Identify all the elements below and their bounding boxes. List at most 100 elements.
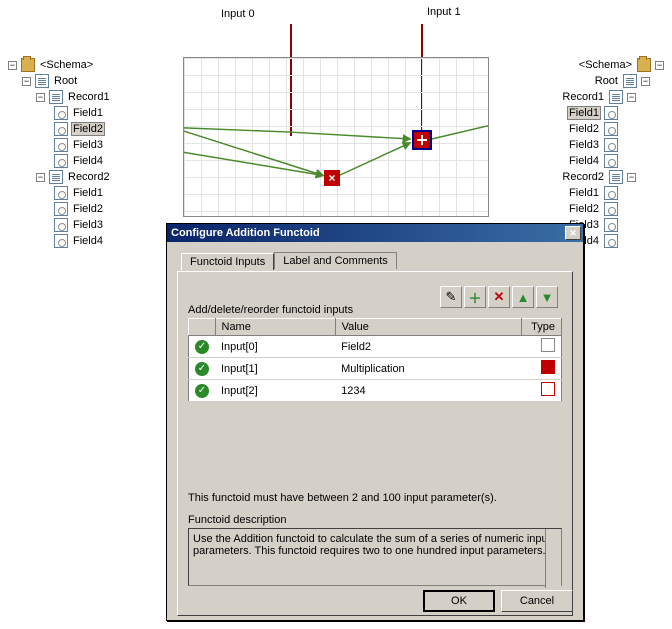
field-icon	[54, 234, 68, 248]
tab-label-comments[interactable]: Label and Comments	[274, 252, 397, 269]
multiplication-functoid[interactable]	[324, 170, 340, 186]
page-icon	[49, 170, 63, 184]
field-node[interactable]: Field4	[71, 155, 105, 167]
field-node[interactable]: Field2	[567, 203, 601, 215]
col-type[interactable]: Type	[522, 319, 562, 336]
cancel-button[interactable]: Cancel	[501, 590, 573, 612]
delete-button[interactable]: ✕	[488, 286, 510, 308]
dest-tree[interactable]: <Schema>− Root− Record1− Field1 Field2 F…	[560, 57, 664, 249]
root-node[interactable]: Root	[593, 75, 620, 87]
field-icon	[604, 122, 618, 136]
dialog-title: Configure Addition Functoid	[169, 227, 565, 239]
page-icon	[623, 74, 637, 88]
add-button[interactable]: ＋	[464, 286, 486, 308]
input-value: Field2	[335, 336, 521, 358]
page-icon	[609, 90, 623, 104]
input-value: 1234	[335, 380, 521, 402]
source-tree[interactable]: −<Schema> −Root −Record1 Field1 Field2 F…	[8, 57, 112, 249]
field-node[interactable]: Field4	[71, 235, 105, 247]
move-up-button[interactable]: ▲	[512, 286, 534, 308]
ok-button[interactable]: OK	[423, 590, 495, 612]
col-value[interactable]: Value	[335, 319, 521, 336]
schema-node[interactable]: <Schema>	[38, 59, 95, 71]
input1-label: Input 1	[427, 6, 461, 18]
input-name: Input[0]	[215, 336, 335, 358]
field-node[interactable]: Field2	[71, 203, 105, 215]
description-label: Functoid description	[188, 514, 562, 526]
check-icon: ✓	[195, 384, 209, 398]
tab-bar: Functoid InputsLabel and Comments	[181, 252, 573, 271]
description-textarea[interactable]	[188, 528, 562, 586]
mapper-canvas[interactable]	[183, 57, 489, 217]
arrow-up-icon: ▲	[517, 290, 530, 305]
record-node[interactable]: Record1	[560, 91, 606, 103]
field-icon	[604, 138, 618, 152]
page-icon	[609, 170, 623, 184]
configure-functoid-dialog: Configure Addition Functoid ✕ Functoid I…	[166, 223, 584, 621]
close-button[interactable]: ✕	[565, 226, 581, 240]
plus-icon: ＋	[468, 288, 481, 307]
input-name: Input[1]	[215, 358, 335, 380]
field-node-selected[interactable]: Field1	[567, 106, 601, 120]
collapse-icon[interactable]: −	[22, 77, 31, 86]
collapse-icon[interactable]: −	[641, 77, 650, 86]
root-node[interactable]: Root	[52, 75, 79, 87]
table-row[interactable]: ✓ Input[2] 1234	[189, 380, 562, 402]
folder-icon	[21, 58, 35, 72]
field-node[interactable]: Field1	[71, 187, 105, 199]
tree-type-icon	[541, 338, 555, 352]
field-icon	[604, 106, 618, 120]
inputs-constraint-note: This functoid must have between 2 and 10…	[188, 492, 562, 504]
folder-icon	[637, 58, 651, 72]
field-icon	[54, 154, 68, 168]
move-down-button[interactable]: ▼	[536, 286, 558, 308]
dialog-titlebar[interactable]: Configure Addition Functoid ✕	[167, 224, 583, 242]
field-node[interactable]: Field1	[71, 107, 105, 119]
collapse-icon[interactable]: −	[36, 93, 45, 102]
field-node[interactable]: Field4	[567, 155, 601, 167]
input-name: Input[2]	[215, 380, 335, 402]
collapse-icon[interactable]: −	[627, 173, 636, 182]
field-icon	[54, 218, 68, 232]
x-icon: ✕	[494, 289, 505, 305]
collapse-icon[interactable]: −	[8, 61, 17, 70]
addition-functoid[interactable]	[412, 130, 432, 150]
check-icon: ✓	[195, 362, 209, 376]
record-node[interactable]: Record2	[66, 171, 112, 183]
field-icon	[604, 234, 618, 248]
field-node[interactable]: Field3	[567, 139, 601, 151]
field-icon	[604, 202, 618, 216]
col-name[interactable]: Name	[215, 319, 335, 336]
inputs-table[interactable]: Name Value Type ✓ Input[0] Field2 ✓	[188, 318, 562, 402]
functoid-type-icon	[541, 360, 555, 374]
table-row[interactable]: ✓ Input[0] Field2	[189, 336, 562, 358]
collapse-icon[interactable]: −	[655, 61, 664, 70]
link-lines	[184, 58, 488, 216]
field-node[interactable]: Field1	[567, 187, 601, 199]
field-node[interactable]: Field2	[567, 123, 601, 135]
collapse-icon[interactable]: −	[627, 93, 636, 102]
scrollbar[interactable]	[545, 529, 561, 588]
schema-node[interactable]: <Schema>	[577, 59, 634, 71]
record-node[interactable]: Record1	[66, 91, 112, 103]
input-value: Multiplication	[335, 358, 521, 380]
field-node[interactable]: Field3	[71, 219, 105, 231]
edit-button[interactable]: ✎	[440, 286, 462, 308]
record-node[interactable]: Record2	[560, 171, 606, 183]
constant-type-icon	[541, 382, 555, 396]
field-icon	[54, 138, 68, 152]
field-node[interactable]: Field3	[71, 139, 105, 151]
field-icon	[54, 106, 68, 120]
field-icon	[54, 122, 68, 136]
collapse-icon[interactable]: −	[36, 173, 45, 182]
tab-functoid-inputs[interactable]: Functoid Inputs	[181, 253, 274, 270]
pencil-icon: ✎	[446, 289, 457, 305]
field-icon	[604, 186, 618, 200]
field-node-selected[interactable]: Field2	[71, 122, 105, 136]
field-icon	[54, 202, 68, 216]
field-icon	[604, 218, 618, 232]
field-icon	[54, 186, 68, 200]
check-icon: ✓	[195, 340, 209, 354]
table-row[interactable]: ✓ Input[1] Multiplication	[189, 358, 562, 380]
arrow-down-icon: ▼	[541, 290, 554, 305]
